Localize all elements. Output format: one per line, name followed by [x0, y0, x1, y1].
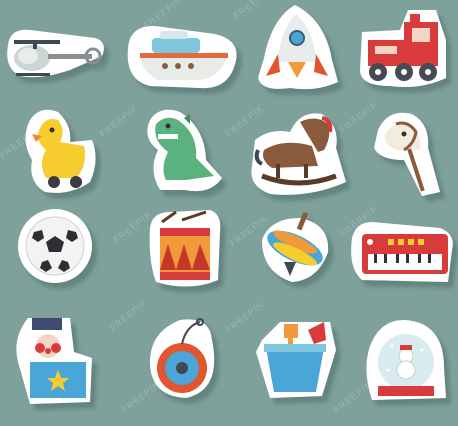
rocking-horse-icon	[251, 113, 346, 195]
helicopter-icon	[7, 29, 104, 78]
snow-globe-icon	[366, 320, 446, 400]
dinosaur-icon	[147, 109, 222, 192]
drum-icon	[149, 210, 221, 287]
keyboard-piano-icon	[351, 222, 453, 282]
train-icon	[360, 10, 446, 87]
jack-in-the-box-icon	[16, 318, 93, 404]
yo-yo-icon	[150, 318, 215, 398]
boat-icon	[127, 25, 237, 89]
spinning-top-icon	[262, 211, 329, 282]
sand-bucket-icon	[256, 322, 336, 398]
soccer-ball-icon	[18, 209, 92, 283]
hobby-horse-icon	[374, 112, 440, 196]
rocket-icon	[258, 5, 338, 90]
rubber-duck-icon	[25, 109, 96, 193]
toy-sticker-sheet	[7, 5, 453, 404]
